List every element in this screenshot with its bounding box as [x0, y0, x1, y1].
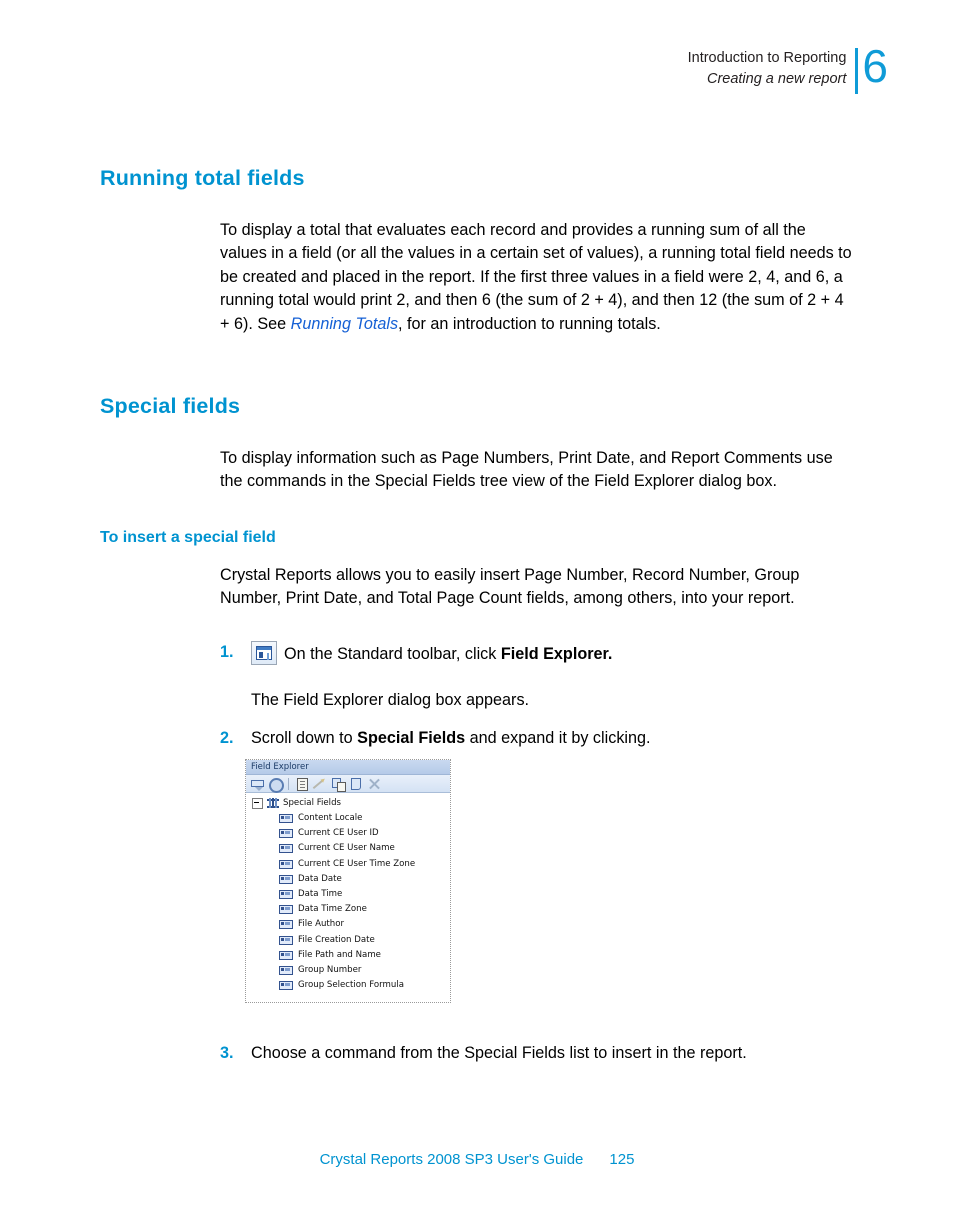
- paragraph-special-fields: To display information such as Page Numb…: [220, 449, 833, 491]
- tree-item[interactable]: Data Time Zone: [252, 902, 450, 917]
- step-1: 1. On the Standard toolbar, click Field …: [220, 641, 860, 666]
- special-field-icon: [279, 950, 293, 960]
- tree-item[interactable]: File Path and Name: [252, 948, 450, 963]
- field-explorer-toolbar: [246, 775, 450, 793]
- special-field-icon: [279, 935, 293, 945]
- field-explorer-glyph: [256, 646, 272, 660]
- step-3-body: Choose a command from the Special Fields…: [251, 1044, 747, 1062]
- step-2-text-bold: Special Fields: [357, 729, 466, 747]
- paragraph-running-total-part2: , for an introduction to running totals.: [398, 314, 661, 333]
- tree-item-label: File Creation Date: [298, 934, 375, 945]
- header-book-section: Introduction to Reporting: [687, 50, 847, 66]
- page-running-header: Introduction to Reporting Creating a new…: [688, 40, 888, 94]
- field-explorer-toolbar-icon[interactable]: [251, 641, 277, 665]
- tree-item[interactable]: Current CE User Time Zone: [252, 857, 450, 872]
- special-field-icon: [279, 829, 293, 839]
- find-field-icon[interactable]: [268, 777, 284, 793]
- tree-item[interactable]: Content Locale: [252, 811, 450, 826]
- tree-item-label: Data Time Zone: [298, 904, 367, 915]
- tree-item-label: Data Time: [298, 889, 343, 900]
- tree-item-label: Current CE User Name: [298, 843, 395, 854]
- special-field-icon: [279, 905, 293, 915]
- tree-item[interactable]: Group Number: [252, 963, 450, 978]
- tree-item[interactable]: Group Selection Formula: [252, 978, 450, 993]
- tree-item-label: Current CE User Time Zone: [298, 858, 416, 869]
- special-field-icon: [279, 814, 293, 824]
- step-1-number: 1.: [220, 643, 234, 661]
- tree-item[interactable]: Current CE User ID: [252, 826, 450, 841]
- section-heading-special-fields: Special fields: [100, 394, 241, 418]
- tree-root-label: Special Fields: [283, 798, 342, 808]
- special-field-icon: [279, 965, 293, 975]
- special-field-icon: [279, 859, 293, 869]
- step-1-text-bold: Field Explorer.: [500, 645, 613, 663]
- step-3-number: 3.: [220, 1044, 234, 1062]
- tree-item-label: File Path and Name: [298, 949, 381, 960]
- step-2: 2. Scroll down to Special Fields and exp…: [220, 727, 860, 750]
- new-formula-icon[interactable]: [295, 777, 309, 791]
- step-2-number: 2.: [220, 729, 234, 747]
- edit-icon[interactable]: [312, 777, 327, 791]
- step-1-body: On the Standard toolbar, click Field Exp…: [251, 641, 860, 666]
- step-2-text-before: Scroll down to: [251, 729, 358, 747]
- rename-icon[interactable]: [331, 777, 346, 792]
- tree-item[interactable]: File Creation Date: [252, 933, 450, 948]
- page-footer: Crystal Reports 2008 SP3 User's Guide 125: [0, 1151, 954, 1168]
- tree-item-label: Group Number: [298, 964, 362, 975]
- step-2-text-after: and expand it by clicking.: [465, 729, 651, 747]
- field-explorer-screenshot: Field Explorer Special Fields Content Lo…: [245, 759, 451, 1003]
- special-field-icon: [279, 920, 293, 930]
- tree-item-label: Content Locale: [298, 813, 363, 824]
- paragraph-insert-special-field-intro: Crystal Reports allows you to easily ins…: [220, 566, 800, 608]
- database-expert-icon[interactable]: [250, 777, 264, 791]
- tree-item-label: Group Selection Formula: [298, 980, 404, 991]
- tree-item-label: Data Date: [298, 873, 342, 884]
- duplicate-icon[interactable]: [349, 777, 363, 791]
- header-topic: Creating a new report: [706, 71, 847, 87]
- step-2-body: Scroll down to Special Fields and expand…: [251, 727, 860, 750]
- delete-icon[interactable]: [367, 777, 381, 791]
- special-fields-icon: [267, 798, 279, 809]
- collapse-expander-icon[interactable]: [252, 798, 263, 809]
- tree-item[interactable]: Data Date: [252, 872, 450, 887]
- tree-node-special-fields[interactable]: Special Fields: [252, 796, 450, 811]
- tree-item[interactable]: Current CE User Name: [252, 841, 450, 856]
- tree-item-label: File Author: [298, 919, 345, 930]
- header-text-block: Introduction to Reporting Creating a new…: [688, 46, 856, 90]
- special-field-icon: [279, 981, 293, 991]
- tree-item[interactable]: Data Time: [252, 887, 450, 902]
- tree-item-label: Current CE User ID: [298, 828, 379, 839]
- field-explorer-titlebar: Field Explorer: [246, 760, 450, 775]
- step-1-continuation: The Field Explorer dialog box appears.: [251, 691, 530, 709]
- field-explorer-title: Field Explorer: [251, 762, 309, 772]
- paragraph-running-total: To display a total that evaluates each r…: [220, 219, 852, 336]
- special-field-icon: [279, 874, 293, 884]
- step-3: 3. Choose a command from the Special Fie…: [220, 1042, 860, 1065]
- special-field-icon: [279, 890, 293, 900]
- special-field-icon: [279, 844, 293, 854]
- step-1-text-before: On the Standard toolbar, click: [284, 645, 501, 663]
- tree-item[interactable]: File Author: [252, 917, 450, 932]
- field-explorer-tree: Special Fields Content Locale Current CE…: [246, 793, 450, 994]
- footer-guide-title: Crystal Reports 2008 SP3 User's Guide: [319, 1151, 584, 1168]
- page-number: 125: [609, 1151, 635, 1168]
- page-title-running-total-fields: Running total fields: [100, 166, 305, 190]
- link-running-totals[interactable]: Running Totals: [291, 315, 398, 333]
- subsection-heading-insert-special-field: To insert a special field: [100, 529, 276, 546]
- toolbar-separator: [288, 777, 289, 790]
- chapter-number: 6: [862, 40, 888, 92]
- chapter-accent-bar: [855, 48, 859, 94]
